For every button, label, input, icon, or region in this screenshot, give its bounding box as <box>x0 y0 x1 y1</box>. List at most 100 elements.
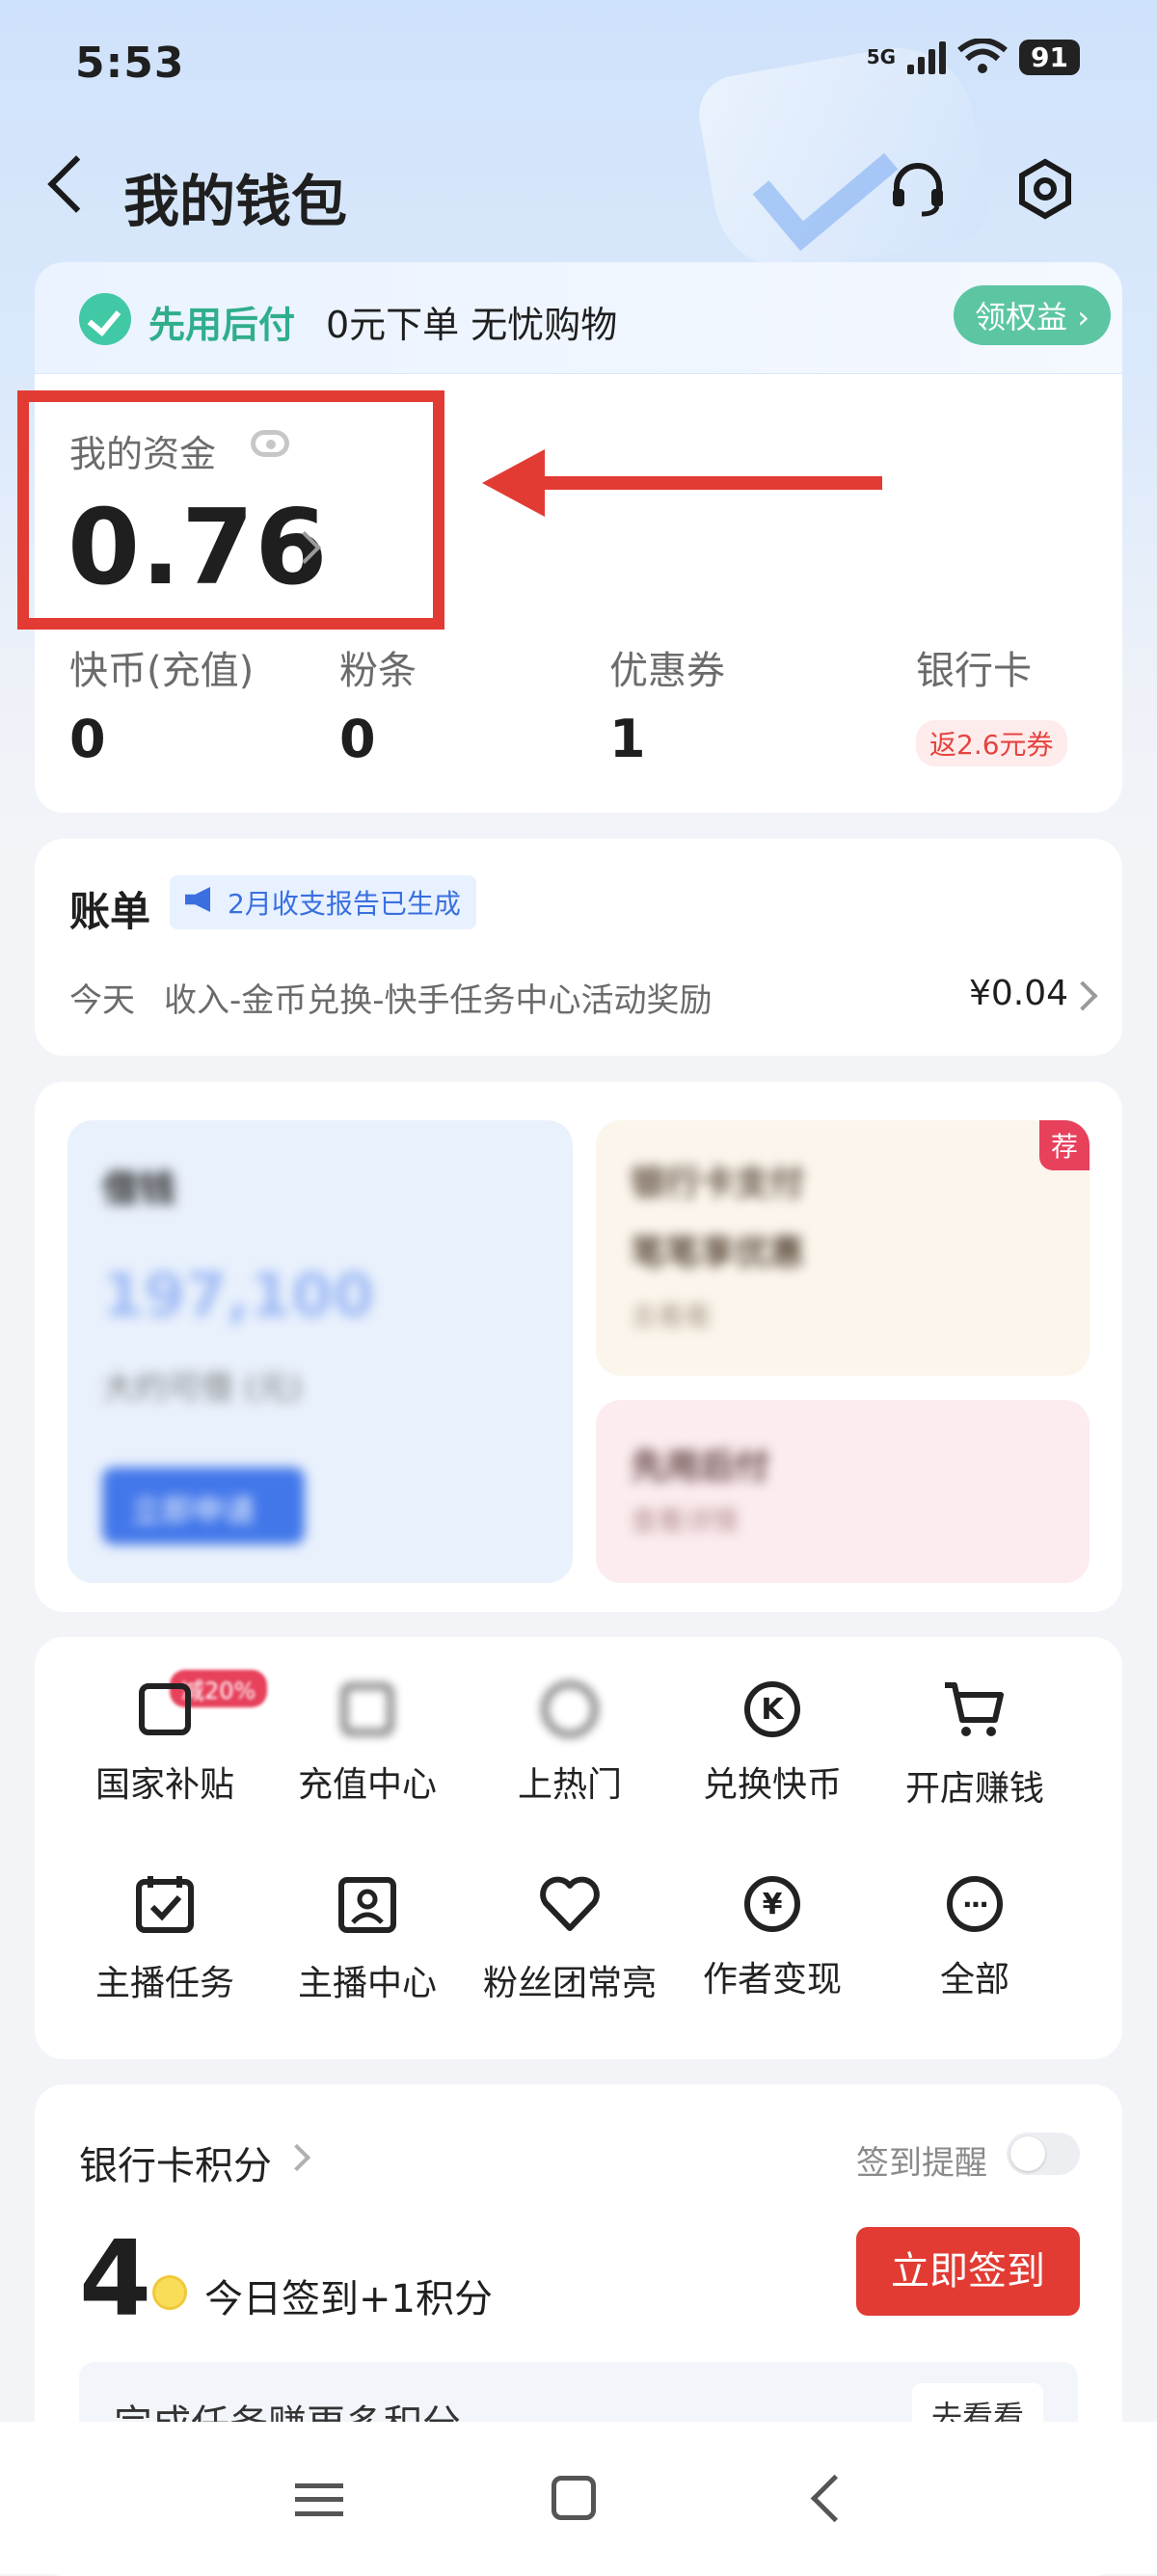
asset-kuaibi[interactable]: 快币(充值) 0 <box>69 639 254 769</box>
recommend-badge: 荐 <box>1038 1120 1090 1170</box>
status-icons: 5G 91 <box>867 39 1080 75</box>
service-label: 主播中心 <box>297 1964 437 2003</box>
service-label: 全部 <box>939 1960 1009 1999</box>
chevron-right-icon[interactable] <box>283 2143 311 2172</box>
hot-icon <box>536 1676 604 1743</box>
services-grid: 减20% 国家补贴 充值中心 上热门 K 兑换快币 开店赚钱 主播任务 主播中心… <box>35 1637 1122 2059</box>
pay-later-promo[interactable]: 先用后付 0元下单 无忧购物 领权益 › <box>35 262 1122 373</box>
service-anchor-center[interactable]: 主播中心 <box>266 1870 469 2005</box>
bank-card-line3: 去看看 <box>631 1301 713 1332</box>
annotation-arrow-line <box>540 476 882 490</box>
service-exchange[interactable]: K 兑换快币 <box>671 1676 874 1807</box>
annotation-highlight-box <box>17 390 444 630</box>
bill-amount: ¥0.04 <box>968 974 1068 1013</box>
service-label: 作者变现 <box>702 1960 842 1999</box>
asset-label: 优惠券 <box>609 649 725 693</box>
asset-value: 0 <box>69 709 106 769</box>
asset-bank-card[interactable]: 银行卡 返2.6元券 <box>916 639 1067 766</box>
signal-icon <box>907 40 947 74</box>
page-title: 我的钱包 <box>123 169 348 234</box>
service-anchor-task[interactable]: 主播任务 <box>64 1870 266 2005</box>
asset-coupons[interactable]: 优惠券 1 <box>609 639 725 769</box>
service-all[interactable]: ··· 全部 <box>874 1870 1076 2001</box>
wifi-icon <box>957 39 1008 73</box>
apply-button[interactable]: 立即申请 <box>102 1467 305 1544</box>
claim-benefits-label: 领权益 <box>975 299 1068 335</box>
points-text: 今日签到+1积分 <box>204 2277 493 2321</box>
headset-icon[interactable] <box>887 158 949 220</box>
menu-icon[interactable] <box>295 2483 343 2516</box>
coin-icon <box>152 2275 187 2310</box>
pay-later-line1: 先用后付 <box>631 1447 770 1487</box>
points-title[interactable]: 银行卡积分 <box>79 2134 272 2190</box>
service-hot[interactable]: 上热门 <box>469 1676 671 1807</box>
exchange-coin-icon: K <box>739 1676 806 1743</box>
status-bar: 5:53 5G 91 <box>0 0 1157 135</box>
calendar-check-icon <box>136 1876 194 1933</box>
bill-title: 账单 <box>69 888 151 935</box>
promo-subtitle: 0元下单 无忧购物 <box>326 304 618 346</box>
home-icon[interactable] <box>552 2476 596 2520</box>
service-label: 粉丝团常亮 <box>482 1964 657 2003</box>
asset-value: 0 <box>339 709 376 769</box>
asset-value: 1 <box>609 709 646 769</box>
recharge-icon <box>334 1676 401 1743</box>
battery-icon: 91 <box>1019 39 1080 75</box>
promo-title: 先用后付 <box>148 304 296 346</box>
service-recharge[interactable]: 充值中心 <box>266 1676 469 1807</box>
bill-date: 今天 <box>69 981 135 1020</box>
annotation-arrow-head <box>482 449 545 517</box>
loan-card[interactable]: 借钱 197,100 大约可借 (元) 立即申请 <box>67 1120 573 1583</box>
bill-tag-label: 2月收支报告已生成 <box>228 888 461 920</box>
back-icon[interactable] <box>47 155 105 213</box>
cashback-tag: 返2.6元券 <box>916 720 1067 766</box>
back-nav-icon[interactable] <box>810 2474 859 2523</box>
service-monetize[interactable]: ¥ 作者变现 <box>671 1870 874 2001</box>
service-shop[interactable]: 开店赚钱 <box>874 1676 1076 1811</box>
claim-benefits-button[interactable]: 领权益 › <box>954 285 1111 345</box>
heart-icon <box>540 1876 600 1931</box>
asset-label: 银行卡 <box>916 649 1032 693</box>
speaker-icon <box>185 887 210 912</box>
service-label: 主播任务 <box>94 1964 234 2003</box>
bank-card-line2: 笔笔享优惠 <box>631 1233 805 1273</box>
service-subsidy[interactable]: 国家补贴 <box>64 1676 266 1807</box>
bill-report-tag[interactable]: 2月收支报告已生成 <box>170 875 476 929</box>
system-navbar <box>0 2422 1157 2574</box>
service-label: 国家补贴 <box>94 1765 234 1805</box>
cart-icon <box>945 1682 1004 1736</box>
pay-later-card[interactable]: 先用后付 查看详情 <box>596 1400 1090 1583</box>
top-nav: 我的钱包 <box>0 145 1157 241</box>
asset-list: 快币(充值) 0 粉条 0 优惠券 1 银行卡 返2.6元券 <box>69 639 1091 774</box>
remind-toggle[interactable] <box>1007 2133 1080 2175</box>
sign-in-button[interactable]: 立即签到 <box>856 2227 1080 2316</box>
more-icon: ··· <box>941 1870 1009 1938</box>
points-value: 4 <box>79 2219 152 2340</box>
bill-row[interactable]: 今天 收入-金币兑换-快手任务中心活动奖励 <box>69 974 713 1021</box>
status-time: 5:53 <box>75 39 185 88</box>
financial-promos: 借钱 197,100 大约可借 (元) 立即申请 银行卡支付 笔笔享优惠 去看看… <box>35 1082 1122 1612</box>
bill-desc: 收入-金币兑换-快手任务中心活动奖励 <box>164 981 713 1020</box>
remind-label: 签到提醒 <box>856 2144 987 2183</box>
pay-later-line2: 查看详情 <box>631 1505 740 1537</box>
loan-subtitle: 大约可借 (元) <box>102 1369 303 1408</box>
verified-badge-icon <box>79 293 131 345</box>
subsidy-icon <box>131 1676 199 1743</box>
anchor-center-icon <box>338 1877 396 1933</box>
service-label: 上热门 <box>517 1765 622 1805</box>
asset-fentiao[interactable]: 粉条 0 <box>339 639 417 769</box>
asset-label: 快币(充值) <box>69 649 255 693</box>
bank-card-promo[interactable]: 银行卡支付 笔笔享优惠 去看看 荐 <box>596 1120 1090 1376</box>
asset-label: 粉条 <box>339 649 417 693</box>
loan-title: 借钱 <box>102 1167 176 1210</box>
apply-button-label: 立即申请 <box>131 1492 256 1529</box>
service-label: 开店赚钱 <box>904 1769 1044 1809</box>
bill-card[interactable]: 账单 2月收支报告已生成 今天 收入-金币兑换-快手任务中心活动奖励 ¥0.04 <box>35 839 1122 1056</box>
bank-card-line1: 银行卡支付 <box>631 1164 805 1203</box>
chevron-right-icon[interactable] <box>1067 980 1098 1011</box>
service-label: 兑换快币 <box>702 1765 842 1805</box>
settings-icon[interactable] <box>1014 158 1076 220</box>
service-fan-club[interactable]: 粉丝团常亮 <box>469 1870 671 2005</box>
service-label: 充值中心 <box>297 1765 437 1805</box>
network-label: 5G <box>866 45 897 68</box>
